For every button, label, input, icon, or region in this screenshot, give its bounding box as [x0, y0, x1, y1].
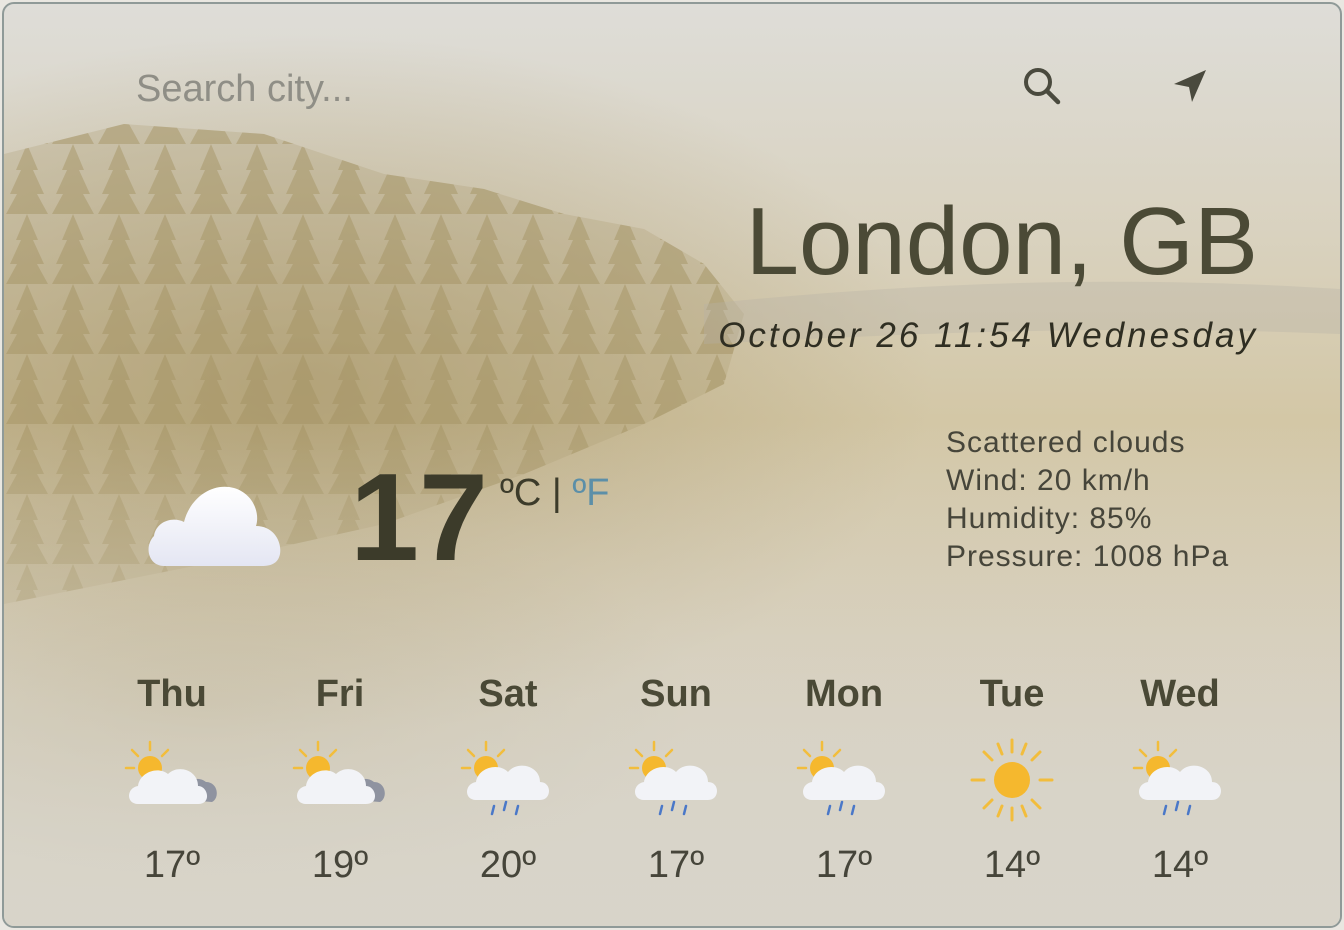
- forecast-day-name: Mon: [804, 673, 884, 715]
- forecast-day: Sat 20º: [424, 672, 592, 887]
- search-input[interactable]: [134, 62, 558, 116]
- wind-speed: Wind: 20 km/h: [946, 464, 1151, 497]
- current-location-button[interactable]: [1162, 58, 1218, 114]
- unit-separator: |: [551, 472, 562, 514]
- sun-behind-rain-cloud-icon: [796, 740, 885, 816]
- forecast-day: Thu 17º: [88, 672, 256, 887]
- cloud-icon: [148, 486, 281, 566]
- unit-toggle: ºC | ºF: [500, 472, 609, 515]
- celsius-unit[interactable]: ºC: [500, 472, 541, 514]
- search-button[interactable]: [1014, 58, 1070, 114]
- forecast-day-name: Fri: [315, 673, 365, 715]
- forecast-day-name: Wed: [1140, 673, 1220, 715]
- forecast-temperature: 20º: [479, 844, 537, 886]
- forecast-day: Fri 19º: [256, 672, 424, 887]
- humidity: Humidity: 85%: [946, 502, 1153, 535]
- sun-behind-clouds-icon: [292, 740, 385, 804]
- sun-behind-rain-cloud-icon: [1132, 740, 1221, 816]
- forecast-day-name: Sat: [478, 673, 538, 715]
- sun-behind-rain-cloud-icon: [628, 740, 717, 816]
- forecast-day: Tue 14º: [928, 672, 1096, 887]
- current-temperature: 17: [350, 449, 488, 587]
- forecast-day: Mon 17º: [760, 672, 928, 887]
- pressure: Pressure: 1008 hPa: [946, 540, 1230, 573]
- weather-details: Scattered clouds Wind: 20 km/h Humidity:…: [946, 424, 1229, 576]
- forecast-temperature: 17º: [143, 844, 201, 886]
- city-name: London, GB: [745, 188, 1258, 295]
- forecast-temperature: 14º: [1151, 844, 1209, 886]
- forecast-day: Sun 17º: [592, 672, 760, 887]
- fahrenheit-unit-link[interactable]: ºF: [572, 472, 609, 514]
- forecast-strip: Thu 17º Fri 19º Sat 20º Sun 17º Mon 17º …: [88, 672, 1264, 887]
- weather-condition: Scattered clouds: [946, 426, 1186, 459]
- sun-behind-clouds-icon: [124, 740, 217, 804]
- forecast-temperature: 14º: [983, 844, 1041, 886]
- forecast-temperature: 17º: [647, 844, 705, 886]
- forecast-day-name: Tue: [979, 673, 1045, 715]
- forecast-temperature: 19º: [311, 844, 369, 886]
- forecast-day-name: Thu: [137, 673, 207, 715]
- sun-behind-rain-cloud-icon: [460, 740, 549, 816]
- forecast-temperature: 17º: [815, 844, 873, 886]
- weather-card: London, GB October 26 11:54 Wednesday 17…: [2, 2, 1342, 928]
- location-arrow-icon: [1174, 70, 1206, 102]
- current-date-time: October 26 11:54 Wednesday: [718, 316, 1258, 355]
- search-icon: [1024, 68, 1061, 105]
- sun-icon: [970, 738, 1054, 822]
- forecast-day: Wed 14º: [1096, 672, 1264, 887]
- forecast-day-name: Sun: [640, 673, 712, 715]
